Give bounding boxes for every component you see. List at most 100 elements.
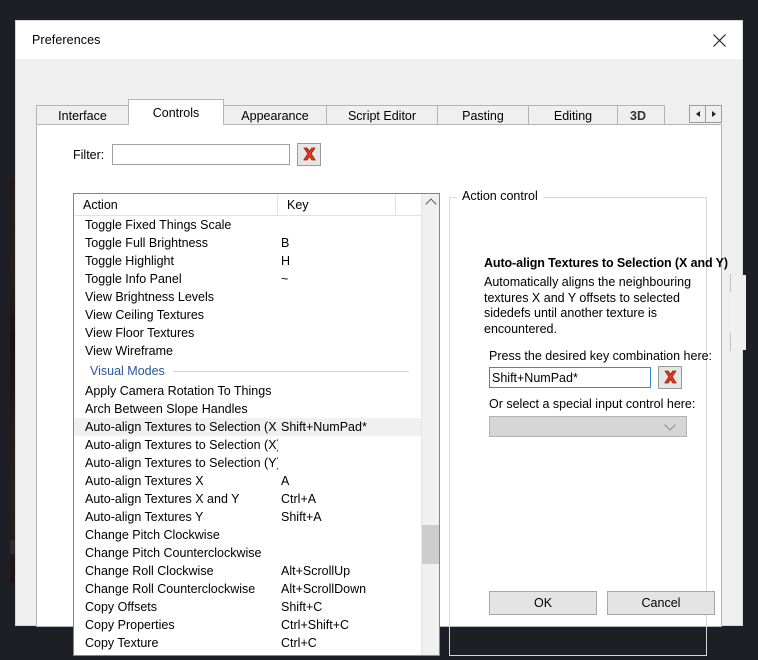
red-x-clear-icon	[303, 147, 316, 161]
row-key-cell: A	[281, 474, 290, 488]
row-action-cell: Change Pitch Counterclockwise	[85, 546, 262, 560]
row-action-cell: Auto-align Textures to Selection (X)	[85, 438, 278, 452]
table-row[interactable]: View Floor Textures	[74, 324, 421, 342]
special-input-label: Or select a special input control here:	[489, 397, 696, 411]
row-key-cell: Ctrl+A	[281, 492, 317, 506]
table-row[interactable]: View Ceiling Textures	[74, 306, 421, 324]
cancel-button[interactable]: Cancel	[607, 591, 715, 615]
ok-button[interactable]: OK	[489, 591, 597, 615]
table-row[interactable]: Toggle Full Brightness B	[74, 234, 421, 252]
dialog-body: Interface Controls Appearance Script Edi…	[16, 59, 746, 656]
table-row[interactable]: Toggle Fixed Things Scale	[74, 216, 421, 234]
table-row[interactable]: Auto-align Textures to Selection (X)	[74, 436, 421, 454]
table-row[interactable]: Arch Between Slope Handles	[74, 400, 421, 418]
key-clear-button[interactable]	[658, 366, 682, 389]
tab-label: Controls	[152, 105, 200, 120]
action-description-wrapper: Automatically aligns the neighbouring te…	[484, 274, 746, 351]
action-list-body: Action Key Toggle Fixed Things Scale Togg…	[74, 194, 421, 655]
description-scroll-up-button[interactable]	[730, 274, 746, 292]
action-list[interactable]: Action Key Toggle Fixed Things Scale Togg…	[73, 193, 440, 656]
action-list-scrollbar[interactable]	[421, 194, 439, 655]
red-x-clear-icon	[663, 370, 677, 384]
column-header-key[interactable]: Key	[278, 194, 396, 216]
tab-editing[interactable]: Editing	[528, 105, 618, 126]
chevron-down-icon	[730, 333, 731, 351]
tab-3d[interactable]: 3D	[617, 105, 665, 126]
description-scroll-down-button[interactable]	[730, 333, 746, 351]
table-row[interactable]: Auto-align Textures to Selection (X an..…	[74, 418, 421, 436]
title-bar: Preferences	[16, 21, 742, 59]
action-list-header: Action Key	[74, 194, 421, 216]
special-input-combobox[interactable]	[489, 416, 687, 437]
triangle-left-icon	[695, 111, 700, 117]
row-action-cell: Toggle Fixed Things Scale	[85, 218, 232, 232]
filter-input[interactable]	[112, 144, 291, 165]
chevron-up-icon	[730, 274, 731, 292]
filter-clear-button[interactable]	[297, 143, 322, 166]
filter-row: Filter:	[73, 143, 322, 166]
scrollbar-thumb[interactable]	[422, 525, 439, 564]
column-header-spacer	[396, 194, 421, 216]
tab-interface[interactable]: Interface	[36, 105, 129, 126]
list-group-label: Visual Modes	[90, 364, 165, 378]
table-row[interactable]: Copy Texture Ctrl+C	[74, 634, 421, 652]
table-row[interactable]: Change Pitch Counterclockwise	[74, 544, 421, 562]
list-group-header: Visual Modes	[74, 360, 421, 382]
filter-label: Filter:	[73, 147, 105, 162]
scrollbar-up-button[interactable]	[422, 194, 439, 211]
table-row[interactable]: Auto-align Textures X A	[74, 472, 421, 490]
press-key-label: Press the desired key combination here:	[489, 349, 713, 363]
tab-label: Editing	[553, 109, 593, 123]
tab-label: Appearance	[241, 109, 309, 123]
row-action-cell: Auto-align Textures to Selection (Y)	[85, 456, 278, 470]
key-combination-row	[489, 366, 682, 389]
dialog-footer: OK Cancel	[16, 589, 742, 625]
row-action-cell: View Floor Textures	[85, 326, 195, 340]
action-description-scrollbar[interactable]	[729, 274, 746, 351]
table-row[interactable]: View Wireframe	[74, 342, 421, 360]
row-key-cell: B	[281, 236, 290, 250]
row-action-cell: View Ceiling Textures	[85, 308, 205, 322]
action-control-heading: Auto-align Textures to Selection (X and …	[484, 256, 728, 270]
key-combination-input[interactable]	[489, 367, 651, 388]
list-group-divider	[172, 370, 409, 372]
tab-label: Interface	[58, 109, 107, 123]
tab-pasting[interactable]: Pasting	[437, 105, 529, 126]
column-header-action[interactable]: Action	[74, 194, 278, 216]
table-row[interactable]: Change Pitch Clockwise	[74, 526, 421, 544]
action-description: Automatically aligns the neighbouring te…	[484, 275, 692, 336]
close-icon[interactable]	[696, 21, 742, 59]
table-row[interactable]: Change Roll Clockwise Alt+ScrollUp	[74, 562, 421, 580]
tab-scroll-right-button[interactable]	[705, 105, 722, 123]
row-action-cell: Copy Texture	[85, 636, 159, 650]
action-list-rows: Toggle Fixed Things Scale Toggle Full Bri…	[74, 216, 421, 652]
table-row[interactable]: Auto-align Textures to Selection (Y)	[74, 454, 421, 472]
table-row[interactable]: Auto-align Textures Y Shift+A	[74, 508, 421, 526]
table-row[interactable]: Toggle Info Panel ~	[74, 270, 421, 288]
row-action-cell: Apply Camera Rotation To Things	[85, 384, 272, 398]
tab-script-editor[interactable]: Script Editor	[326, 105, 438, 126]
window-title: Preferences	[32, 33, 101, 47]
row-key-cell: H	[281, 254, 291, 268]
row-action-cell: Toggle Info Panel	[85, 272, 182, 286]
table-row[interactable]: View Brightness Levels	[74, 288, 421, 306]
row-action-cell: View Brightness Levels	[85, 290, 215, 304]
row-action-cell: Arch Between Slope Handles	[85, 402, 248, 416]
row-key-cell: Ctrl+C	[281, 636, 317, 650]
chevron-up-icon	[424, 198, 437, 210]
tab-controls[interactable]: Controls	[128, 99, 224, 125]
desktop-background: Preferences Interface Controls Appearanc…	[0, 0, 758, 660]
row-action-cell: Auto-align Textures X and Y	[85, 492, 240, 506]
row-action-cell: Auto-align Textures to Selection (X an..…	[85, 420, 278, 434]
tab-page-controls: Filter: Action Key Toggle Fixed Things S…	[36, 124, 746, 656]
row-action-cell: Auto-align Textures Y	[85, 510, 204, 524]
row-action-cell: View Wireframe	[85, 344, 173, 358]
tab-appearance[interactable]: Appearance	[223, 105, 327, 126]
table-row[interactable]: Apply Camera Rotation To Things	[74, 382, 421, 400]
table-row[interactable]: Toggle Highlight H	[74, 252, 421, 270]
tab-strip: Interface Controls Appearance Script Edi…	[36, 99, 722, 126]
action-control-group-title: Action control	[457, 189, 543, 203]
tab-scroll-left-button[interactable]	[689, 105, 706, 123]
tab-label: Pasting	[462, 109, 504, 123]
table-row[interactable]: Auto-align Textures X and Y Ctrl+A	[74, 490, 421, 508]
